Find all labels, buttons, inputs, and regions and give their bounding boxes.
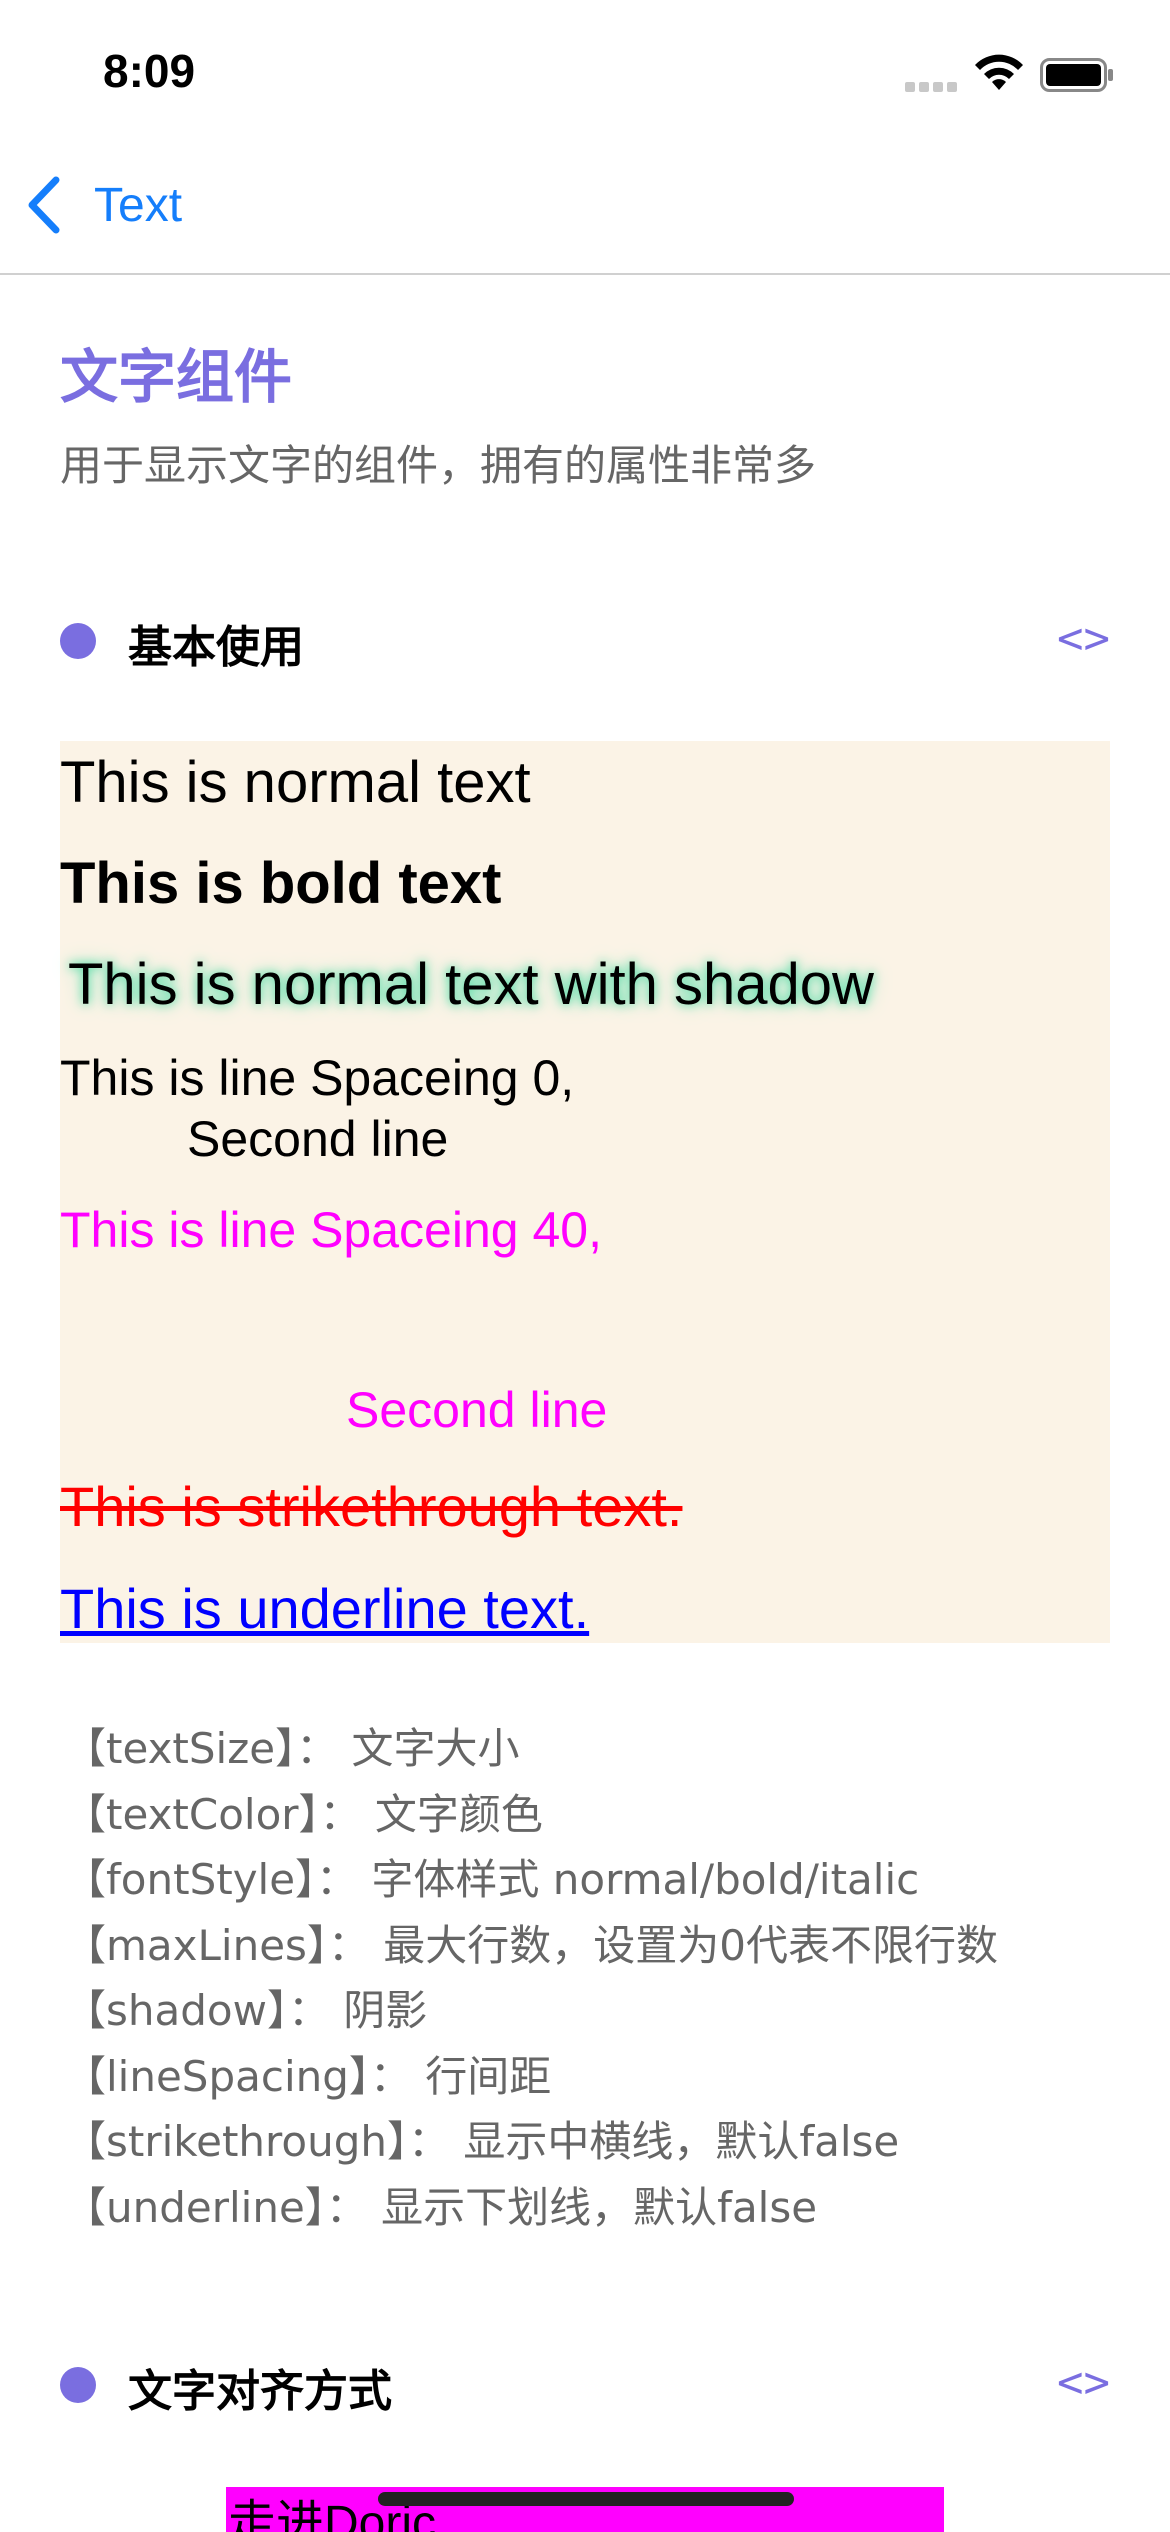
line-spacing-40-first-line: This is line Spaceing 40,: [60, 1202, 602, 1258]
property-item: 【strikethrough】： 显示中横线，默认false: [64, 2117, 900, 2166]
section-bullet-icon: [60, 2367, 96, 2403]
property-item: 【maxLines】： 最大行数，设置为0代表不限行数: [64, 1920, 998, 1970]
code-toggle-button[interactable]: <>: [1057, 613, 1110, 664]
section-header-basic-usage: 基本使用 <>: [60, 603, 1110, 673]
battery-icon: [1040, 58, 1113, 92]
navigation-bar: Text: [0, 140, 1170, 275]
property-item: 【shadow】： 阴影: [64, 1986, 428, 2035]
property-item: 【underline】： 显示下划线，默认false: [64, 2182, 818, 2232]
bold-text-sample: This is bold text: [60, 851, 502, 916]
property-item: 【textSize】： 文字大小: [64, 1724, 520, 1773]
strikethrough-text-sample: This is strikethrough text.: [60, 1475, 683, 1538]
text-demo-panel: This is normal text This is bold text Th…: [60, 741, 1110, 1643]
property-item: 【lineSpacing】： 行间距: [64, 2051, 552, 2101]
back-button[interactable]: Text: [24, 170, 182, 240]
back-label: Text: [94, 178, 183, 232]
line-spacing-40-second-line: Second line: [346, 1382, 608, 1438]
section-bullet-icon: [60, 623, 96, 659]
line-spacing-0-first-line: This is line Spaceing 0,: [60, 1050, 575, 1106]
property-item: 【fontStyle】： 字体样式 normal/bold/italic: [64, 1855, 920, 1904]
wifi-icon: [975, 54, 1023, 90]
code-toggle-button[interactable]: <>: [1057, 2357, 1110, 2408]
normal-text-sample: This is normal text: [60, 750, 531, 815]
page-subtitle: 用于显示文字的组件，拥有的属性非常多: [60, 441, 817, 490]
property-item: 【textColor】： 文字颜色: [64, 1789, 543, 1839]
status-bar: 8:09: [0, 0, 1170, 140]
property-list: 【textSize】： 文字大小 【textColor】： 文字颜色 【font…: [64, 1716, 1114, 2240]
section-header-text-alignment: 文字对齐方式 <>: [60, 2347, 1110, 2417]
cellular-signal-icon: [905, 80, 957, 92]
underline-text-sample: This is underline text.: [60, 1577, 590, 1640]
line-spacing-0-second-line: Second line: [187, 1111, 449, 1167]
shadow-text-sample: This is normal text with shadow: [68, 952, 874, 1017]
chevron-left-icon: [28, 176, 60, 234]
section-title: 文字对齐方式: [128, 2366, 392, 2417]
page-title: 文字组件: [60, 343, 293, 411]
home-indicator[interactable]: [378, 2492, 794, 2506]
status-time: 8:09: [103, 45, 196, 97]
section-title: 基本使用: [128, 622, 304, 673]
